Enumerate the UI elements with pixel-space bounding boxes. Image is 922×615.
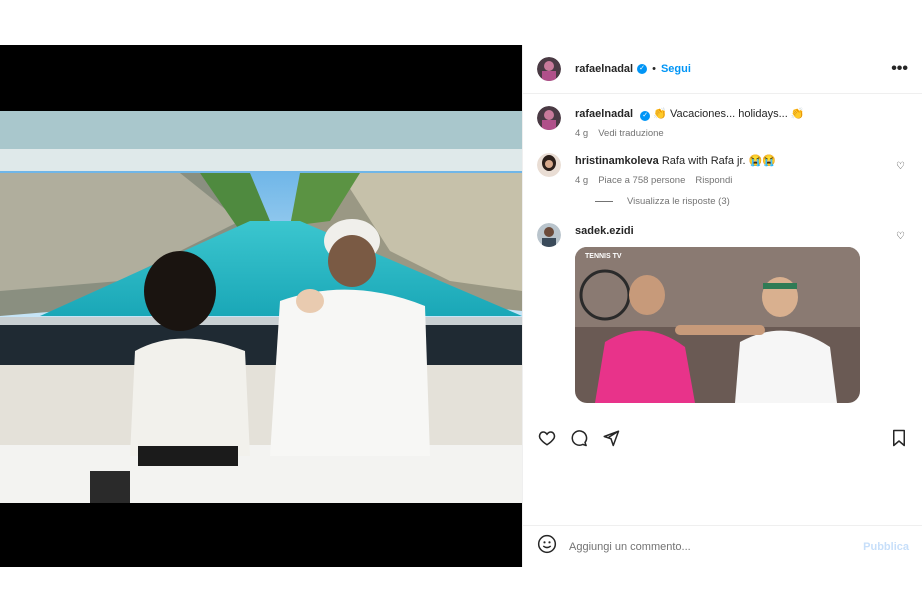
comment-likes-link[interactable]: Piace a 758 persone [598,175,685,186]
comment-like-heart-icon[interactable]: ♡ [896,231,905,242]
caption-avatar[interactable] [537,106,561,130]
post-actions [523,417,922,459]
post-modal: rafaelnadal ✓ • Segui ••• rafaelnadal ✓ [0,45,922,567]
caption-row: rafaelnadal ✓ 👏 Vacaciones... holidays..… [537,106,909,139]
header-separator: • [652,63,656,75]
comment-gif[interactable]: TENNIS TV [575,247,860,403]
view-replies-button[interactable]: Visualizza le risposte (3) [595,196,909,207]
save-bookmark-icon[interactable] [889,428,909,448]
comments-list[interactable]: rafaelnadal ✓ 👏 Vacaciones... holidays..… [523,94,922,417]
comment-text: Rafa with Rafa jr. 😭😭 [661,155,777,167]
author-username[interactable]: rafaelnadal [575,63,633,75]
comment-row: sadek.ezidi TENNIS TV ♡ [537,223,909,403]
post-sidebar: rafaelnadal ✓ • Segui ••• rafaelnadal ✓ [522,45,922,567]
comment-username[interactable]: sadek.ezidi [575,225,634,237]
verified-badge-icon: ✓ [640,111,651,121]
comment-icon[interactable] [569,428,589,448]
photo-illustration [0,111,522,503]
like-heart-icon[interactable] [537,428,557,448]
instagram-post-page: rafaelnadal ✓ • Segui ••• rafaelnadal ✓ [0,0,922,615]
publish-button[interactable]: Pubblica [863,541,909,553]
caption-age: 4 g [575,128,589,139]
caption-text: 👏 Vacaciones... holidays... 👏 [653,108,805,120]
see-translation-link[interactable]: Vedi traduzione [598,128,664,139]
gif-watermark: TENNIS TV [585,253,622,260]
comment-age: 4 g [575,175,589,186]
reply-button[interactable]: Rispondi [695,175,732,186]
follow-button[interactable]: Segui [661,63,691,75]
verified-badge-icon: ✓ [637,64,648,74]
view-replies-label: Visualizza le risposte (3) [627,196,730,207]
author-avatar[interactable] [537,57,561,81]
share-icon[interactable] [601,428,621,448]
comment-username[interactable]: hristinamkoleva [575,155,659,167]
replies-divider [595,201,613,202]
add-comment-input[interactable]: Aggiungi un commento... [569,541,863,553]
post-media[interactable] [0,45,522,567]
comment-row: hristinamkoleva Rafa with Rafa jr. 😭😭 4 … [537,153,909,186]
comment-like-heart-icon[interactable]: ♡ [896,161,905,172]
emoji-icon[interactable] [537,534,557,559]
commenter-avatar[interactable] [537,153,561,177]
add-comment-bar: Aggiungi un commento... Pubblica [523,525,922,567]
more-options-icon[interactable]: ••• [891,60,908,78]
caption-username[interactable]: rafaelnadal [575,108,633,120]
commenter-avatar[interactable] [537,223,561,247]
post-photo [0,111,522,503]
post-header: rafaelnadal ✓ • Segui ••• [523,45,922,94]
